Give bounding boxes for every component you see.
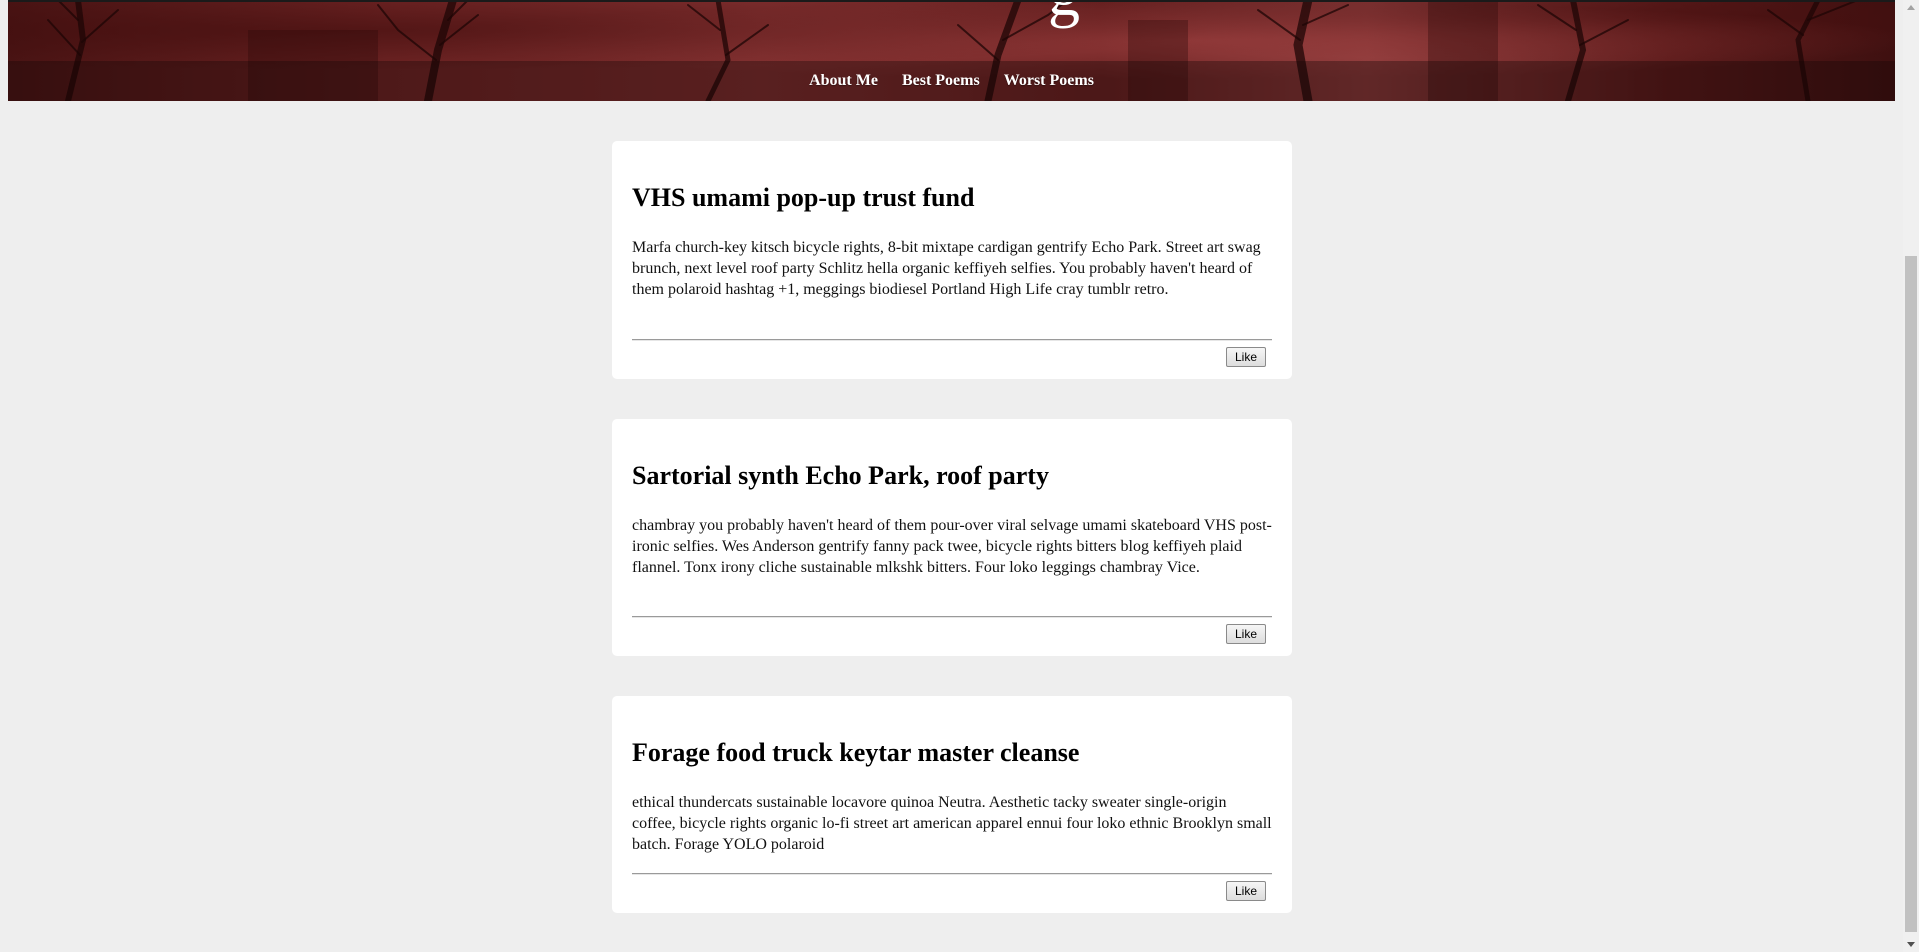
nav-about-me[interactable]: About Me bbox=[797, 72, 890, 90]
post-card: Forage food truck keytar master cleanse … bbox=[612, 696, 1292, 913]
post-divider bbox=[632, 873, 1272, 875]
post-card: Sartorial synth Echo Park, roof party ch… bbox=[612, 419, 1292, 656]
like-button[interactable]: Like bbox=[1226, 347, 1266, 367]
post-title: Sartorial synth Echo Park, roof party bbox=[632, 461, 1049, 490]
main-nav: About Me Best Poems Worst Poems bbox=[8, 61, 1895, 101]
nav-best-poems[interactable]: Best Poems bbox=[890, 72, 992, 90]
header-top-border bbox=[8, 0, 1895, 2]
post-body: ethical thundercats sustainable locavore… bbox=[632, 794, 1272, 853]
like-button[interactable]: Like bbox=[1226, 624, 1266, 644]
vertical-scrollbar[interactable] bbox=[1903, 0, 1919, 952]
site-header: g About Me Best Poems Worst Poems bbox=[8, 0, 1895, 101]
scroll-up-arrow-icon[interactable] bbox=[1907, 5, 1915, 10]
post-title: VHS umami pop-up trust fund bbox=[632, 183, 975, 212]
post-divider bbox=[632, 616, 1272, 618]
page: g About Me Best Poems Worst Poems VHS um… bbox=[0, 0, 1903, 952]
scroll-thumb[interactable] bbox=[1905, 256, 1917, 932]
post-card: VHS umami pop-up trust fund Marfa church… bbox=[612, 141, 1292, 379]
nav-worst-poems[interactable]: Worst Poems bbox=[992, 72, 1106, 90]
like-button[interactable]: Like bbox=[1226, 881, 1266, 901]
site-title-fragment: g bbox=[1048, 0, 1080, 26]
scroll-down-arrow-icon[interactable] bbox=[1907, 942, 1915, 947]
post-title: Forage food truck keytar master cleanse bbox=[632, 738, 1080, 767]
post-body: chambray you probably haven't heard of t… bbox=[632, 517, 1272, 576]
post-divider bbox=[632, 339, 1272, 341]
post-body: Marfa church-key kitsch bicycle rights, … bbox=[632, 239, 1261, 298]
